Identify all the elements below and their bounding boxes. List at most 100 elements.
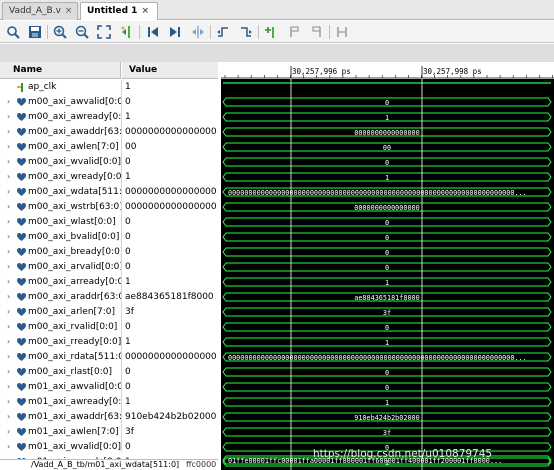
signal-value: 0 — [125, 367, 131, 377]
signal-value: 1 — [125, 172, 131, 182]
tab-vadd-a-b-v[interactable]: Vadd_A_B.v × — [2, 2, 78, 20]
expand-chevron-icon[interactable]: › — [7, 112, 10, 121]
signal-value: 0 — [125, 442, 131, 452]
signal-row[interactable]: › m00_axi_wready[0:0] 1 — [0, 170, 218, 185]
signal-value: 1 — [125, 82, 131, 92]
signal-name-cell: › m00_axi_wready[0:0] — [0, 170, 121, 185]
signal-name-cell: › m00_axi_rlast[0:0] — [0, 365, 121, 380]
next-transition-icon[interactable] — [238, 24, 254, 40]
expand-chevron-icon[interactable]: › — [7, 397, 10, 406]
waveform-canvas[interactable]: 30,257,996 ps 30,257,998 ps 0 1 000000000000… — [218, 62, 554, 470]
expand-chevron-icon[interactable]: › — [7, 412, 10, 421]
signal-row[interactable]: › m00_axi_rlast[0:0] 0 — [0, 365, 218, 380]
expand-chevron-icon[interactable]: › — [7, 217, 10, 226]
signal-row[interactable]: › m00_axi_arvalid[0:0] 0 — [0, 260, 218, 275]
bus-signal-icon — [17, 263, 26, 271]
bus-value-label: 0 — [385, 219, 389, 227]
expand-chevron-icon[interactable]: › — [7, 142, 10, 151]
signal-row[interactable]: › m00_axi_araddr[63:0] ae884365181f8000 — [0, 290, 218, 305]
expand-chevron-icon[interactable]: › — [7, 127, 10, 136]
zoom-fit-icon[interactable] — [96, 24, 112, 40]
signal-row[interactable]: › m00_axi_wlast[0:0] 0 — [0, 215, 218, 230]
save-icon[interactable] — [27, 24, 43, 40]
close-icon[interactable]: × — [141, 6, 149, 16]
tab-untitled-1[interactable]: Untitled 1 × — [80, 2, 158, 20]
expand-chevron-icon[interactable]: › — [7, 172, 10, 181]
add-marker-icon[interactable] — [263, 24, 279, 40]
signal-row[interactable]: › m01_axi_awaddr[63:0] 910eb424b2b02000 — [0, 410, 218, 425]
signal-value: 1 — [125, 337, 131, 347]
expand-chevron-icon[interactable]: › — [7, 97, 10, 106]
signal-row[interactable]: › m01_axi_awlen[7:0] 3f — [0, 425, 218, 440]
bus-signal-icon — [17, 323, 26, 331]
signal-row[interactable]: › m01_axi_awready[0:0] 1 — [0, 395, 218, 410]
signal-row[interactable]: › m00_axi_arready[0:0] 1 — [0, 275, 218, 290]
close-icon[interactable]: × — [65, 6, 73, 16]
signal-row[interactable]: › m00_axi_rvalid[0:0] 0 — [0, 320, 218, 335]
signal-value: 0 — [125, 382, 131, 392]
signal-row[interactable]: › m00_axi_bvalid[0:0] 0 — [0, 230, 218, 245]
search-icon[interactable] — [5, 24, 21, 40]
previous-marker-icon[interactable] — [286, 24, 302, 40]
unlink-icon[interactable] — [334, 24, 350, 40]
expand-chevron-icon[interactable]: › — [7, 307, 10, 316]
signal-row[interactable]: › m00_axi_bready[0:0] 0 — [0, 245, 218, 260]
signal-value: 0 — [125, 97, 131, 107]
expand-chevron-icon[interactable]: › — [7, 202, 10, 211]
expand-chevron-icon[interactable]: › — [7, 232, 10, 241]
signal-row[interactable]: › m00_axi_awlen[7:0] 00 — [0, 140, 218, 155]
expand-chevron-icon[interactable]: › — [7, 427, 10, 436]
go-to-end-icon[interactable] — [167, 24, 183, 40]
expand-chevron-icon[interactable]: › — [7, 382, 10, 391]
zoom-out-icon[interactable] — [74, 24, 90, 40]
signal-name: m00_axi_bready[0:0] — [28, 247, 121, 257]
expand-chevron-icon[interactable]: › — [7, 292, 10, 301]
signal-row[interactable]: › m00_axi_rdata[511:0] 0000000000000000 — [0, 350, 218, 365]
signal-row[interactable]: › m00_axi_wdata[511:0] 0000000000000000 — [0, 185, 218, 200]
expand-chevron-icon[interactable]: › — [7, 187, 10, 196]
signal-row[interactable]: › m01_axi_awvalid[0:0] 0 — [0, 380, 218, 395]
next-marker-icon[interactable] — [309, 24, 325, 40]
signal-name-cell: › m01_axi_awaddr[63:0] — [0, 410, 121, 425]
previous-transition-icon[interactable] — [215, 24, 231, 40]
signal-value: 0000000000000000 — [125, 202, 217, 212]
value-column-header[interactable]: Value — [122, 62, 218, 79]
waveform-svg[interactable]: 30,257,996 ps 30,257,998 ps01000000000000… — [221, 62, 554, 470]
bus-signal-icon — [17, 443, 26, 451]
bus-signal-icon — [17, 158, 26, 166]
signal-name: ap_clk — [28, 82, 57, 92]
swap-cursor-icon[interactable] — [190, 24, 206, 40]
signal-row[interactable]: › m01_axi_wvalid[0:0] 0 — [0, 440, 218, 455]
signal-row[interactable]: › m00_axi_awready[0:0] 1 — [0, 110, 218, 125]
expand-chevron-icon[interactable]: › — [7, 337, 10, 346]
signal-row[interactable]: › m00_axi_arlen[7:0] 3f — [0, 305, 218, 320]
signal-row[interactable]: › m00_axi_awaddr[63:0] 0000000000000000 — [0, 125, 218, 140]
signal-rows: ap_clk 1 › m00_axi_awvalid[0:0] 0 › m00_axi_aw… — [0, 80, 218, 470]
signal-row[interactable]: › m00_axi_wvalid[0:0] 0 — [0, 155, 218, 170]
expand-chevron-icon[interactable]: › — [7, 262, 10, 271]
bus-value-label: 1 — [385, 114, 389, 122]
bus-value-label: 0 — [385, 324, 389, 332]
signal-row[interactable]: › m00_axi_awvalid[0:0] 0 — [0, 95, 218, 110]
expand-chevron-icon[interactable]: › — [7, 442, 10, 451]
expand-chevron-icon[interactable]: › — [7, 367, 10, 376]
expand-chevron-icon[interactable]: › — [7, 277, 10, 286]
signal-row[interactable]: › m00_axi_rready[0:0] 1 — [0, 335, 218, 350]
bus-value-label: 1 — [385, 399, 389, 407]
signal-row[interactable]: › m00_axi_wstrb[63:0] 0000000000000000 — [0, 200, 218, 215]
expand-chevron-icon[interactable]: › — [7, 247, 10, 256]
signal-value: 1 — [125, 277, 131, 287]
cursor-to-zero-icon[interactable] — [119, 24, 135, 40]
bus-signal-icon — [17, 173, 26, 181]
bus-value-label: 0 — [385, 369, 389, 377]
expand-chevron-icon[interactable]: › — [7, 322, 10, 331]
expand-chevron-icon[interactable]: › — [7, 352, 10, 361]
bus-value-label: 0 — [385, 99, 389, 107]
name-column-header[interactable]: Name — [0, 62, 121, 79]
bus-signal-icon — [17, 383, 26, 391]
expand-chevron-icon[interactable]: › — [7, 157, 10, 166]
go-to-start-icon[interactable] — [145, 24, 161, 40]
zoom-in-icon[interactable] — [52, 24, 68, 40]
signal-row[interactable]: ap_clk 1 — [0, 80, 218, 95]
signal-value: 0 — [125, 247, 131, 257]
